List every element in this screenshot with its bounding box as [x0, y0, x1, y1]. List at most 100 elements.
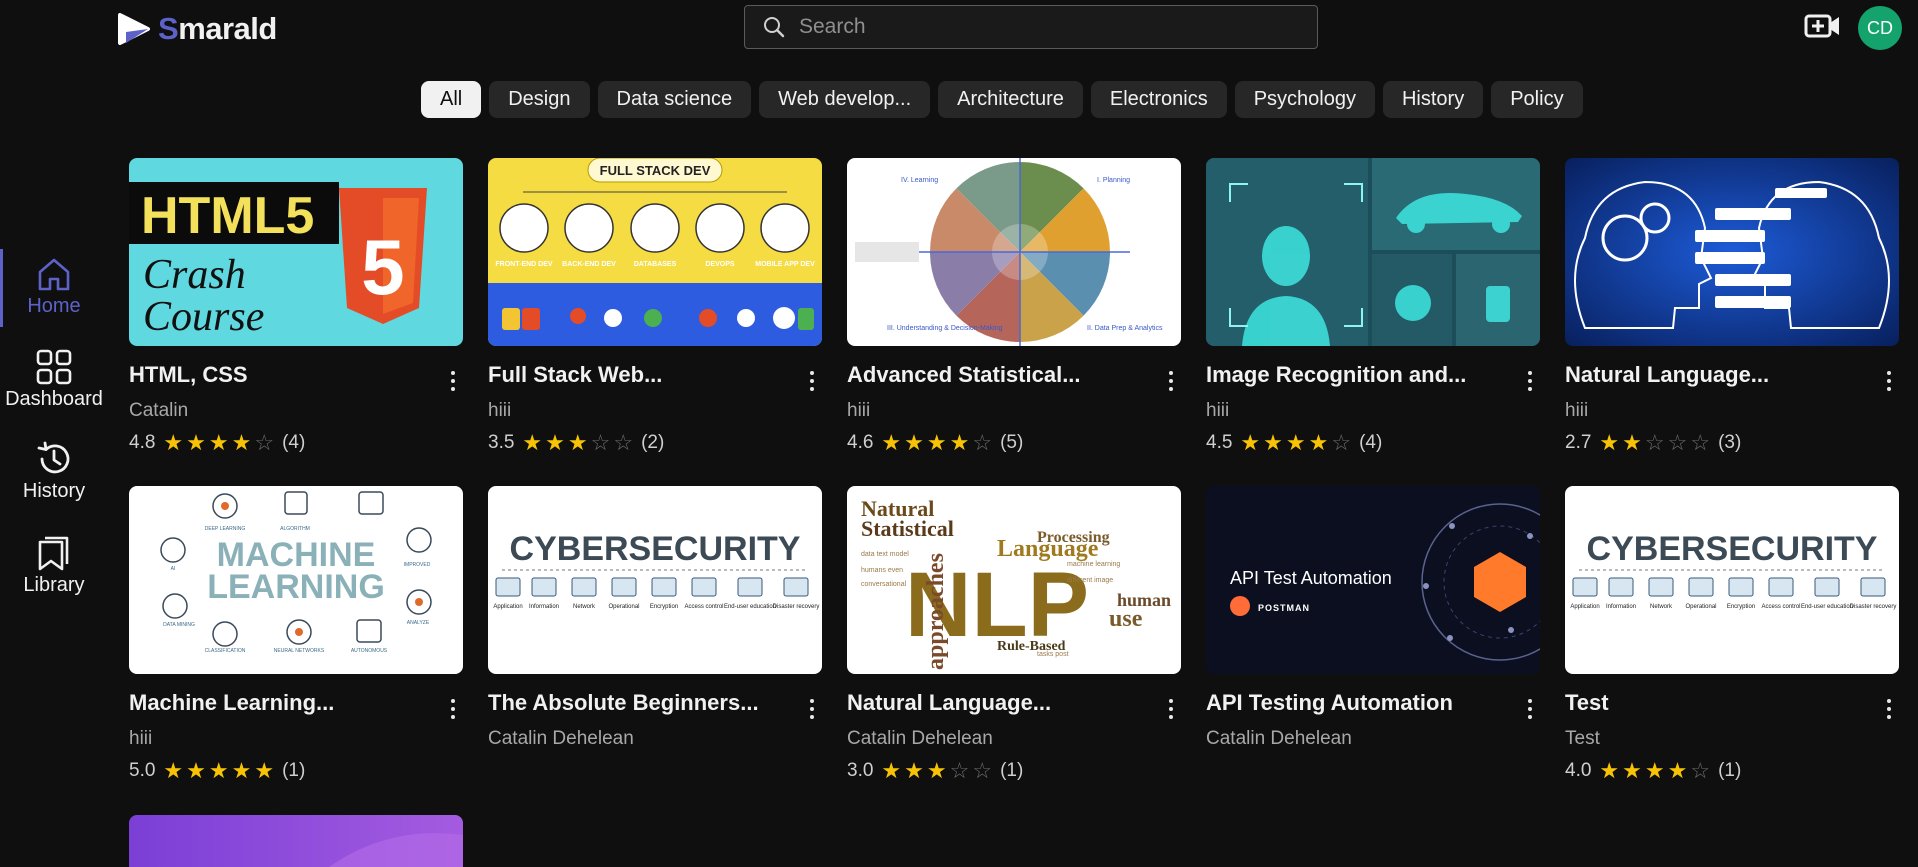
rating-value: 5.0	[129, 760, 156, 781]
thumb-text: Access control	[1761, 604, 1800, 610]
thumb-text: Information	[529, 604, 559, 610]
thumb-text: DEEP LEARNING	[205, 526, 246, 532]
sidebar-item-history[interactable]: History	[0, 440, 108, 503]
chip-policy[interactable]: Policy	[1491, 81, 1583, 118]
course-card[interactable]: CYBERSECURITY Application Information Ne…	[488, 486, 822, 750]
thumb-text: AUTONOMOUS	[351, 648, 388, 654]
more-options-icon[interactable]	[1879, 694, 1899, 724]
course-title[interactable]: Full Stack Web...	[488, 362, 778, 388]
course-title[interactable]: Machine Learning...	[129, 690, 419, 716]
app-logo[interactable]: Smarald	[116, 10, 277, 48]
course-title[interactable]: Image Recognition and...	[1206, 362, 1496, 388]
course-card[interactable]: FULL STACK DEV FRONT-END DEV BACK-END DE…	[488, 158, 822, 454]
course-author[interactable]: Catalin Dehelean	[847, 728, 1181, 750]
sidebar-item-dashboard[interactable]: Dashboard	[0, 348, 108, 411]
sidebar-item-home[interactable]: Home	[0, 255, 108, 318]
course-title[interactable]: HTML, CSS	[129, 362, 419, 388]
more-options-icon[interactable]	[1520, 694, 1540, 724]
rating-value: 4.8	[129, 432, 156, 453]
course-title[interactable]: Advanced Statistical...	[847, 362, 1137, 388]
course-rating: 5.0 ★ ★ ★ ★ ★ (1)	[129, 760, 463, 782]
rating-stars: ★ ★ ★ ★ ☆	[881, 432, 992, 454]
course-card[interactable]: HTML5 Crash Course 5 HTML, CSS Catalin 4…	[129, 158, 463, 454]
course-title[interactable]: Natural Language...	[1565, 362, 1855, 388]
star-filled-icon: ★	[186, 430, 206, 455]
chip-all[interactable]: All	[421, 81, 482, 118]
course-card[interactable]: API Test Automation POSTMAN API Testing …	[1206, 486, 1540, 750]
rating-value: 2.7	[1565, 432, 1592, 453]
course-card[interactable]	[129, 815, 463, 867]
course-thumbnail[interactable]: CYBERSECURITY Application Information Ne…	[488, 486, 822, 674]
course-author[interactable]: hiii	[1206, 400, 1540, 422]
course-rating: 3.5 ★ ★ ★ ☆ ☆ (2)	[488, 432, 822, 454]
course-thumbnail[interactable]	[1206, 158, 1540, 346]
chip-electronics[interactable]: Electronics	[1090, 81, 1227, 118]
course-title[interactable]: Natural Language...	[847, 690, 1137, 716]
course-author[interactable]: hiii	[129, 728, 463, 750]
chip-data-science[interactable]: Data science	[597, 81, 752, 118]
course-thumbnail[interactable]: FULL STACK DEV FRONT-END DEV BACK-END DE…	[488, 158, 822, 346]
more-options-icon[interactable]	[1879, 366, 1899, 396]
thumb-text: approaches	[923, 553, 949, 670]
course-author[interactable]: Test	[1565, 728, 1899, 750]
course-rating: 4.5 ★ ★ ★ ★ ☆ (4)	[1206, 432, 1540, 454]
chip-history[interactable]: History	[1382, 81, 1484, 118]
course-author[interactable]: hiii	[847, 400, 1181, 422]
star-empty-icon: ☆	[613, 430, 634, 455]
course-author[interactable]: hiii	[488, 400, 822, 422]
more-options-icon[interactable]	[1520, 366, 1540, 396]
chip-design[interactable]: Design	[489, 81, 590, 118]
more-options-icon[interactable]	[443, 694, 463, 724]
sidebar-item-library[interactable]: Library	[0, 532, 108, 597]
course-rating: 4.8 ★ ★ ★ ★ ☆ (4)	[129, 432, 463, 454]
course-thumbnail[interactable]: IV. Learning I. Planning III. Understand…	[847, 158, 1181, 346]
course-card[interactable]: MACHINE LEARNING DEEP LEARNING ALGORITHM…	[129, 486, 463, 782]
more-options-icon[interactable]	[802, 694, 822, 724]
course-thumbnail[interactable]	[1565, 158, 1899, 346]
thumb-text: Encryption	[1727, 604, 1755, 610]
thumb-text: API Test Automation	[1230, 568, 1392, 588]
thumb-text: IMPROVED	[404, 562, 431, 568]
thumb-text: CLASSIFICATION	[205, 648, 246, 654]
thumb-text: I. Planning	[1097, 177, 1130, 184]
logo-play-icon	[118, 13, 150, 45]
course-author[interactable]: Catalin Dehelean	[488, 728, 822, 750]
star-filled-icon: ★	[186, 758, 206, 783]
thumb-text: Statistical	[861, 516, 954, 541]
course-title[interactable]: Test	[1565, 690, 1855, 716]
course-card[interactable]: NLP Natural Statistical Language Process…	[847, 486, 1181, 782]
user-avatar[interactable]: CD	[1858, 6, 1902, 50]
course-author[interactable]: hiii	[1565, 400, 1899, 422]
course-thumbnail[interactable]	[129, 815, 463, 867]
search-input[interactable]	[797, 14, 1317, 40]
thumb-text: Network	[573, 604, 596, 610]
course-thumbnail[interactable]: API Test Automation POSTMAN	[1206, 486, 1540, 674]
thumb-text: BACK-END DEV	[562, 261, 616, 268]
rating-count: (1)	[1000, 760, 1024, 781]
thumb-text: Network	[1650, 604, 1673, 610]
course-author[interactable]: Catalin Dehelean	[1206, 728, 1540, 750]
more-options-icon[interactable]	[802, 366, 822, 396]
more-options-icon[interactable]	[443, 366, 463, 396]
chip-web-development[interactable]: Web develop...	[759, 81, 931, 118]
course-thumbnail[interactable]: CYBERSECURITY Application Information Ne…	[1565, 486, 1899, 674]
course-thumbnail[interactable]: MACHINE LEARNING DEEP LEARNING ALGORITHM…	[129, 486, 463, 674]
more-options-icon[interactable]	[1161, 366, 1181, 396]
more-options-icon[interactable]	[1161, 694, 1181, 724]
course-title[interactable]: The Absolute Beginners...	[488, 690, 778, 716]
chip-psychology[interactable]: Psychology	[1234, 81, 1375, 118]
course-card[interactable]: Image Recognition and... hiii 4.5 ★ ★ ★ ★ ☆ …	[1206, 158, 1540, 454]
course-card[interactable]: CYBERSECURITY Application Information Ne…	[1565, 486, 1899, 782]
star-filled-icon: ★	[1240, 430, 1261, 455]
course-card[interactable]: IV. Learning I. Planning III. Understand…	[847, 158, 1181, 454]
course-rating: 2.7 ★ ★ ☆ ☆ ☆ (3)	[1565, 432, 1899, 454]
thumb-text: Application	[1570, 604, 1599, 610]
course-thumbnail[interactable]: NLP Natural Statistical Language Process…	[847, 486, 1181, 674]
history-icon	[37, 441, 70, 474]
course-thumbnail[interactable]: HTML5 Crash Course 5	[129, 158, 463, 346]
course-title[interactable]: API Testing Automation	[1206, 690, 1496, 716]
chip-architecture[interactable]: Architecture	[938, 81, 1083, 118]
course-author[interactable]: Catalin	[129, 400, 463, 422]
create-video-icon[interactable]	[1804, 10, 1842, 42]
course-card[interactable]: Natural Language... hiii 2.7 ★ ★ ☆ ☆ ☆ (3)	[1565, 158, 1899, 454]
